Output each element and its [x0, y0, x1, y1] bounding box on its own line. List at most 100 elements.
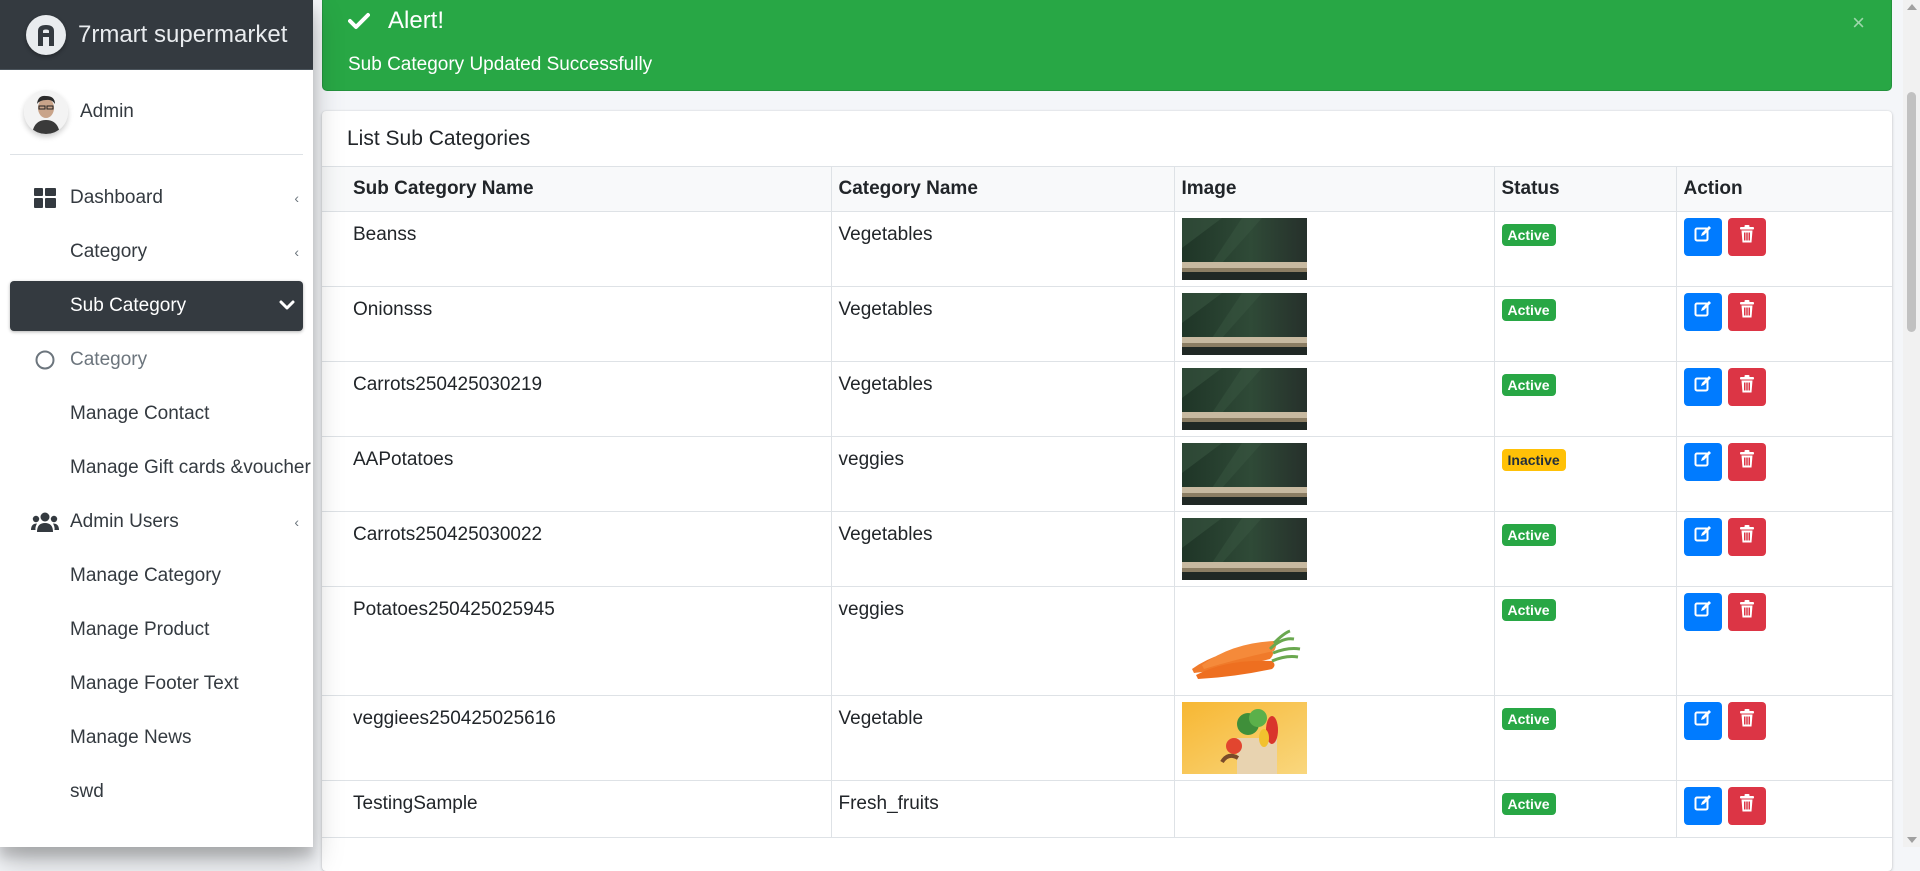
- chevron-left-icon: ‹: [294, 244, 299, 260]
- sidebar-item-label: Manage Category: [70, 565, 222, 586]
- sub-category-name-cell: Onionsss: [322, 285, 832, 362]
- sidebar-item-label: Manage News: [70, 727, 192, 748]
- vertical-scrollbar[interactable]: [1903, 0, 1920, 847]
- edit-button[interactable]: [1683, 701, 1722, 740]
- table-row: Potatoes250425025945 veggies Active: [322, 585, 1892, 696]
- th-image: Image: [1173, 167, 1495, 212]
- table-row: Onionsss Vegetables Active: [322, 285, 1892, 362]
- edit-button[interactable]: [1683, 786, 1722, 825]
- shelf-image: [1181, 367, 1487, 430]
- status-badge[interactable]: Active: [1501, 373, 1556, 396]
- image-cell: [1173, 285, 1495, 362]
- status-cell: Active: [1493, 360, 1677, 437]
- brand-logo-icon: [26, 14, 66, 55]
- row-actions: [1683, 786, 1886, 825]
- edit-icon: [1694, 600, 1712, 624]
- sidebar-item-admin-users[interactable]: Admin Users ‹: [10, 497, 303, 547]
- sub-category-table: Sub Category Name Category Name Image St…: [322, 167, 1892, 838]
- sidebar-item-label: Sub Category: [70, 295, 187, 316]
- category-name-cell: veggies: [830, 435, 1175, 512]
- scroll-up-arrow-icon[interactable]: [1907, 4, 1917, 10]
- dashboard-icon: [30, 188, 60, 208]
- action-cell: [1675, 510, 1892, 587]
- delete-button[interactable]: [1727, 786, 1766, 825]
- sidebar-item-label: Manage Product: [70, 619, 210, 640]
- chevron-down-icon: [279, 298, 295, 314]
- status-badge[interactable]: Active: [1501, 707, 1556, 730]
- sidebar-item-dashboard[interactable]: Dashboard ‹: [10, 173, 303, 223]
- scroll-down-arrow-icon[interactable]: [1907, 837, 1917, 843]
- row-actions: [1683, 517, 1886, 556]
- sidebar-item-manage-product[interactable]: Manage Product: [10, 605, 303, 655]
- edit-icon: [1694, 375, 1712, 399]
- sidebar-item-label: Dashboard: [70, 187, 163, 208]
- delete-button[interactable]: [1727, 292, 1766, 331]
- sidebar-item-manage-news[interactable]: Manage News: [10, 713, 303, 763]
- trash-icon: [1739, 374, 1754, 399]
- scrollbar-thumb[interactable]: [1907, 92, 1916, 332]
- delete-button[interactable]: [1727, 701, 1766, 740]
- sidebar-item-swd[interactable]: swd: [10, 767, 303, 817]
- row-actions: [1683, 217, 1886, 256]
- action-cell: [1675, 585, 1892, 696]
- edit-button[interactable]: [1683, 592, 1722, 631]
- sidebar-item-label: Manage Contact: [70, 403, 210, 424]
- status-badge[interactable]: Active: [1501, 223, 1556, 246]
- status-badge[interactable]: Inactive: [1501, 448, 1566, 471]
- delete-button[interactable]: [1727, 517, 1766, 556]
- sidebar-item-manage-category[interactable]: Manage Category: [10, 551, 303, 601]
- row-actions: [1683, 367, 1886, 406]
- category-name-cell: veggies: [830, 585, 1175, 696]
- status-badge[interactable]: Active: [1501, 523, 1556, 546]
- sidebar-item-label: Admin Users: [70, 511, 179, 532]
- delete-button[interactable]: [1727, 217, 1766, 256]
- status-badge[interactable]: Active: [1501, 598, 1556, 621]
- trash-icon: [1739, 599, 1754, 624]
- sub-category-name-cell: Carrots250425030022: [322, 510, 832, 587]
- table-row: Beanss Vegetables Active: [322, 210, 1892, 287]
- status-cell: Active: [1493, 285, 1677, 362]
- edit-button[interactable]: [1683, 517, 1722, 556]
- sub-category-name-cell: veggiees250425025616: [322, 694, 832, 781]
- sub-category-name-cell: AAPotatoes: [322, 435, 832, 512]
- status-cell: Active: [1493, 210, 1677, 287]
- sidebar: 7rmart supermarket Admin Dashboard ‹ Categ…: [0, 0, 313, 847]
- edit-button[interactable]: [1683, 442, 1722, 481]
- status-badge[interactable]: Active: [1501, 298, 1556, 321]
- shelf-image: [1181, 217, 1487, 280]
- sidebar-item-category[interactable]: Category ‹: [10, 227, 303, 277]
- status-badge[interactable]: Active: [1501, 792, 1556, 815]
- sidebar-item-manage-gift-cards-voucher[interactable]: Manage Gift cards &voucher: [10, 443, 311, 493]
- users-icon: [30, 512, 60, 532]
- sidebar-item-category[interactable]: Category: [10, 335, 303, 385]
- edit-icon: [1694, 225, 1712, 249]
- trash-icon: [1739, 524, 1754, 549]
- sidebar-item-manage-footer-text[interactable]: Manage Footer Text: [10, 659, 303, 709]
- category-name-cell: Fresh_fruits: [830, 779, 1175, 838]
- edit-button[interactable]: [1683, 217, 1722, 256]
- user-panel[interactable]: Admin: [10, 70, 303, 155]
- status-cell: Active: [1493, 694, 1677, 781]
- delete-button[interactable]: [1727, 367, 1766, 406]
- image-cell: [1173, 694, 1495, 781]
- edit-button[interactable]: [1683, 367, 1722, 406]
- edit-button[interactable]: [1683, 292, 1722, 331]
- sub-category-name-cell: Beanss: [322, 210, 832, 287]
- sidebar-item-sub-category[interactable]: Sub Category: [10, 281, 303, 331]
- table-row: AAPotatoes veggies Inactive: [322, 435, 1892, 512]
- status-cell: Active: [1493, 585, 1677, 696]
- sidebar-item-label: swd: [70, 781, 104, 802]
- delete-button[interactable]: [1727, 592, 1766, 631]
- status-cell: Active: [1493, 779, 1677, 838]
- action-cell: [1675, 694, 1892, 781]
- delete-button[interactable]: [1727, 442, 1766, 481]
- trash-icon: [1739, 449, 1754, 474]
- brand-link[interactable]: 7rmart supermarket: [0, 0, 313, 70]
- sidebar-item-manage-contact[interactable]: Manage Contact: [10, 389, 303, 439]
- circle-icon: [30, 349, 60, 371]
- sub-category-name-cell: TestingSample: [322, 779, 832, 838]
- grocery-bag-image: [1181, 701, 1487, 774]
- chevron-left-icon: ‹: [294, 190, 299, 206]
- row-actions: [1683, 701, 1886, 740]
- alert-close-button[interactable]: ×: [1852, 10, 1865, 36]
